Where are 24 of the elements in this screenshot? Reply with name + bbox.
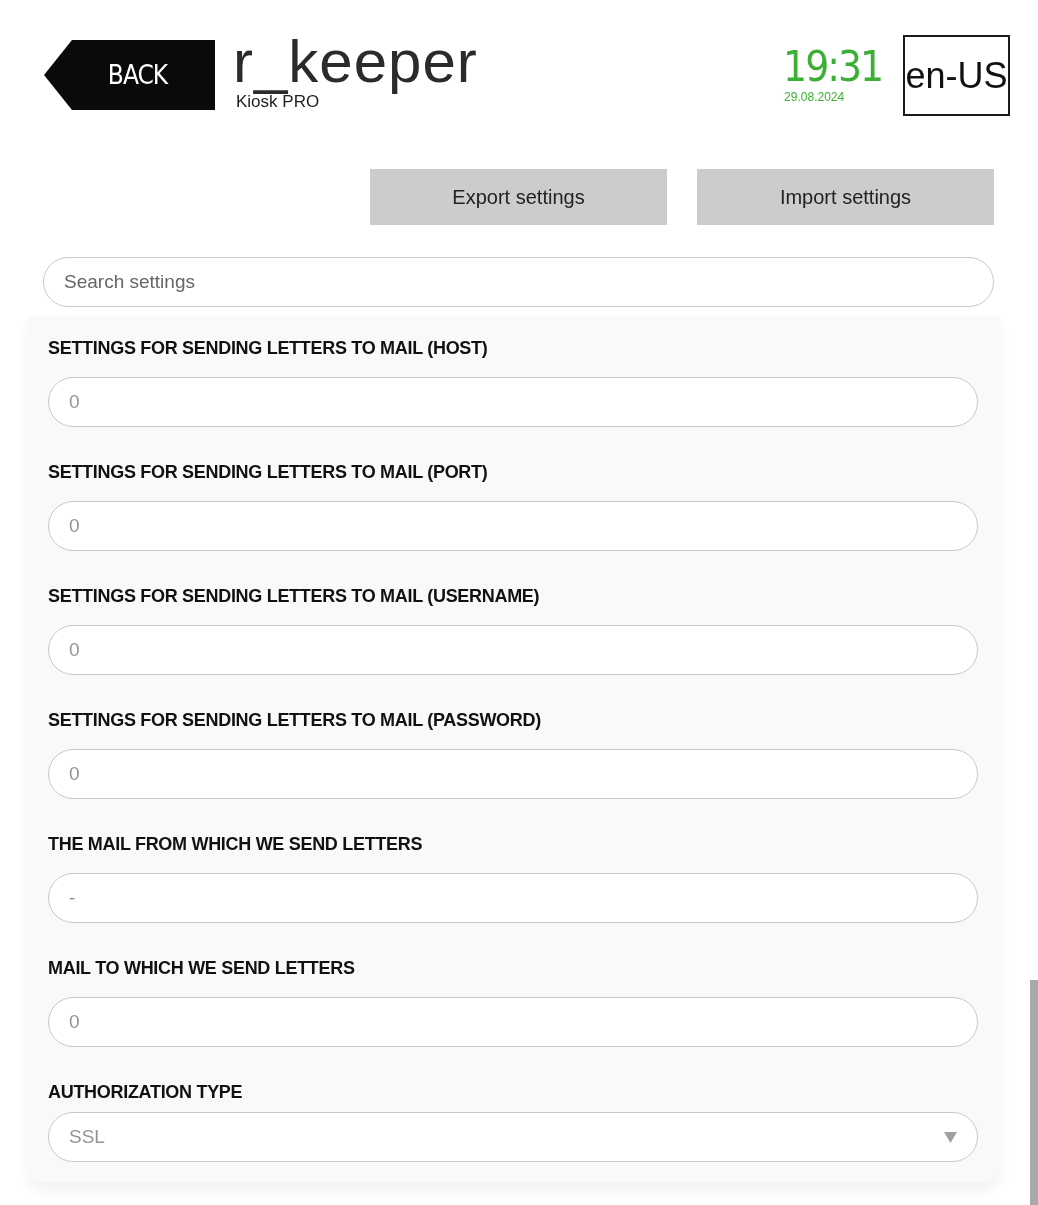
input-field[interactable]: -	[48, 873, 978, 923]
input-field[interactable]: 0	[48, 749, 978, 799]
setting-label: AUTHORIZATION TYPE	[48, 1081, 244, 1103]
setting-label: MAIL TO WHICH WE SEND LETTERS	[48, 957, 356, 979]
setting-label: SETTINGS FOR SENDING LETTERS TO MAIL (USERNAME)	[48, 585, 541, 607]
settings-action-button[interactable]: Import settings	[697, 169, 994, 225]
dropdown-field[interactable]: SSL	[48, 1112, 978, 1162]
input-field[interactable]: 0	[48, 501, 978, 551]
logo-text: r_keeper	[233, 31, 478, 93]
input-field[interactable]: 0	[48, 997, 978, 1047]
input-field[interactable]: 0	[48, 377, 978, 427]
setting-label: THE MAIL FROM WHICH WE SEND LETTERS	[48, 833, 424, 855]
setting-label: SETTINGS FOR SENDING LETTERS TO MAIL (HOST)	[48, 337, 489, 359]
settings-action-button[interactable]: Export settings	[370, 169, 667, 225]
setting-label: SETTINGS FOR SENDING LETTERS TO MAIL (PASSWORD)	[48, 709, 542, 731]
search-field[interactable]: Search settings	[43, 257, 994, 307]
clock-date: 29.08.2024	[784, 90, 846, 104]
caret-icon	[944, 1131, 957, 1143]
back-button[interactable]: BACK	[44, 40, 215, 110]
setting-label: SETTINGS FOR SENDING LETTERS TO MAIL (PORT)	[48, 461, 489, 483]
input-field[interactable]: 0	[48, 625, 978, 675]
clock-time: 19:31	[783, 44, 882, 90]
language-button[interactable]: en-US	[903, 35, 1010, 116]
scrollbar-thumb[interactable]	[1030, 980, 1038, 1205]
